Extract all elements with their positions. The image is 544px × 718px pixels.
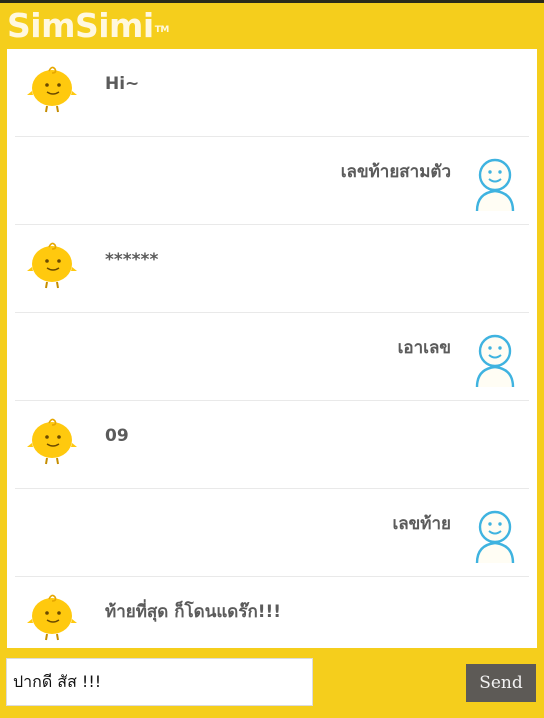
simsimi-chick-icon xyxy=(27,413,77,469)
simsimi-chick-icon xyxy=(27,589,77,645)
logo-text: SimSimi xyxy=(7,6,154,45)
message-text: เอาเลข xyxy=(397,338,451,358)
message-text: เลขท้าย xyxy=(392,514,451,534)
simsimi-chick-icon xyxy=(27,61,77,117)
message-input[interactable] xyxy=(6,658,313,706)
chat-log[interactable]: Hi~ เลขท้ายสามตัว ****** เอาเลข 09 เลขท้ายท้า… xyxy=(7,49,537,648)
bot-message: 09 xyxy=(15,401,529,489)
message-text: ท้ายที่สุด ก็โดนแดร๊ก!!! xyxy=(105,602,282,622)
user-avatar-icon xyxy=(473,333,523,389)
bot-message: ท้ายที่สุด ก็โดนแดร๊ก!!! xyxy=(15,577,529,648)
simsimi-logo: SimSimiTM xyxy=(7,6,170,46)
user-message: เลขท้ายสามตัว xyxy=(15,137,529,225)
simsimi-chick-icon xyxy=(27,237,77,293)
message-text: 09 xyxy=(105,426,129,446)
message-text: เลขท้ายสามตัว xyxy=(340,162,451,182)
bot-message: ****** xyxy=(15,225,529,313)
user-message: เอาเลข xyxy=(15,313,529,401)
composer-bar: Send xyxy=(0,648,544,718)
bot-message: Hi~ xyxy=(15,49,529,137)
user-avatar-icon xyxy=(473,509,523,565)
logo-trademark: TM xyxy=(154,25,170,35)
send-button[interactable]: Send xyxy=(466,664,536,702)
top-strip xyxy=(0,0,544,3)
message-text: Hi~ xyxy=(105,74,140,94)
message-text: ****** xyxy=(105,250,159,270)
user-avatar-icon xyxy=(473,157,523,213)
user-message: เลขท้าย xyxy=(15,489,529,577)
